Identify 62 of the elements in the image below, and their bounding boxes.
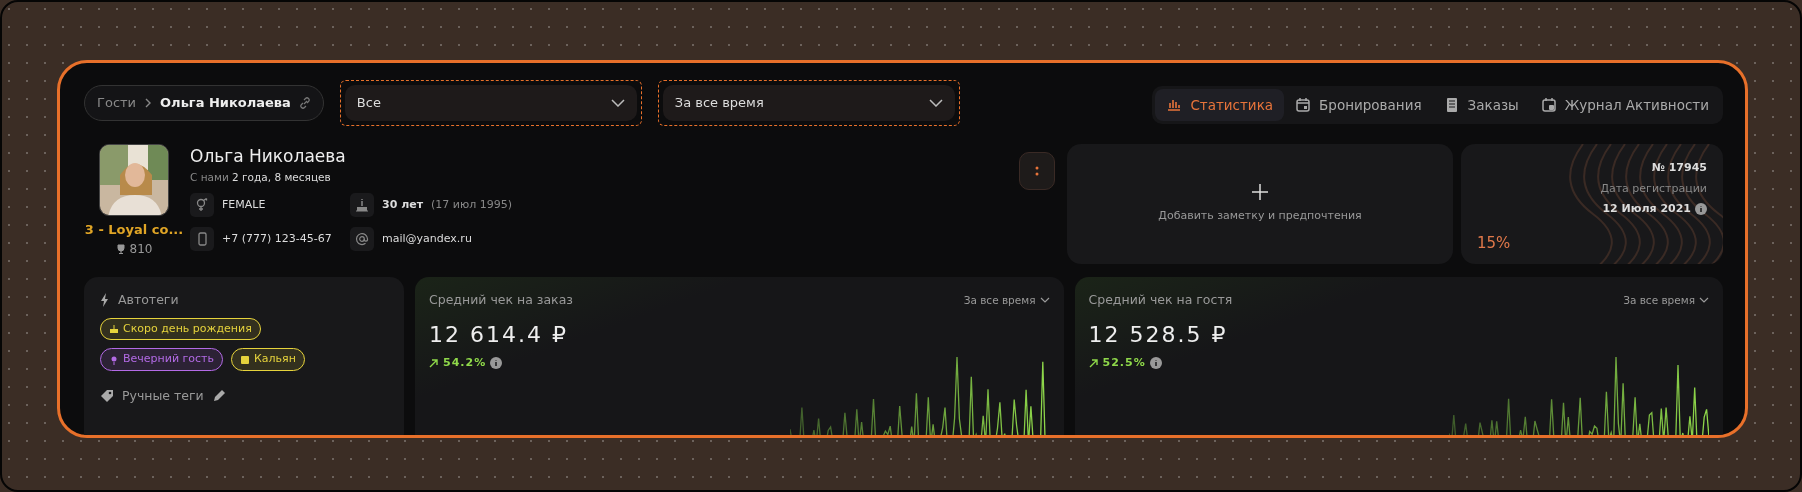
points: 810 xyxy=(129,240,153,258)
section-title: Автотеги xyxy=(118,291,179,309)
filter-dropdown[interactable]: За все время xyxy=(662,85,955,121)
arrow-up-right-icon xyxy=(1088,358,1099,368)
trophy-icon xyxy=(115,243,126,254)
phone-icon xyxy=(195,232,209,247)
metric-title: Средний чек на гостя xyxy=(1088,291,1233,309)
link-icon xyxy=(298,97,311,109)
cake-icon xyxy=(355,198,369,213)
registration-number: № 17945 xyxy=(1651,160,1707,176)
metric-value: 12 614.4 ₽ xyxy=(429,320,569,349)
calendar-icon xyxy=(1295,97,1312,114)
metric-title: Средний чек на заказ xyxy=(429,291,573,309)
tag-icon xyxy=(100,389,114,404)
tag-icon xyxy=(240,354,250,365)
info-icon xyxy=(1149,357,1162,369)
chevron-right-icon xyxy=(144,98,153,108)
tab[interactable]: Статистика xyxy=(1155,89,1285,122)
tag: Вечерний гость xyxy=(100,348,223,371)
filter-dropdown[interactable]: Все xyxy=(344,85,637,121)
period-dropdown[interactable]: За все время xyxy=(1623,292,1709,309)
chevron-down-icon xyxy=(1699,297,1709,304)
tag: Скоро день рождения xyxy=(100,317,261,341)
tag-icon xyxy=(109,324,119,334)
at-sign-icon xyxy=(355,232,369,247)
gender: FEMALE xyxy=(222,197,266,213)
chevron-down-icon xyxy=(1039,297,1050,304)
tab[interactable]: Журнал Активности xyxy=(1529,89,1720,122)
birth-date: (17 июл 1995) xyxy=(431,197,513,213)
breadcrumb-current: Ольга Николаева xyxy=(160,94,291,113)
change-percent: 54.2% xyxy=(443,354,487,371)
calendar-icon xyxy=(1540,97,1557,114)
email: mail@yandex.ru xyxy=(382,231,472,247)
tab[interactable]: Заказы xyxy=(1432,89,1530,122)
loyalty-level: 3 - Loyal co... xyxy=(84,221,184,239)
metric-value: 12 528.5 ₽ xyxy=(1088,320,1229,349)
tag-icon xyxy=(109,354,119,365)
registration-date: 12 Июля 2021 xyxy=(1602,201,1691,217)
tag: Кальян xyxy=(231,348,305,371)
age: 30 лет xyxy=(382,197,424,213)
add-note-card[interactable]: Добавить заметку и предпочтения xyxy=(1067,144,1453,264)
guest-name: Ольга Николаева xyxy=(190,145,347,168)
section-title: Ручные теги xyxy=(122,386,204,405)
info-icon xyxy=(1695,203,1707,216)
arrow-up-right-icon xyxy=(429,358,439,368)
gender-icon xyxy=(195,198,209,213)
plus-icon xyxy=(1252,183,1268,200)
info-icon xyxy=(490,357,503,369)
period-dropdown[interactable]: За все время xyxy=(963,292,1050,309)
percent: 15% xyxy=(1477,232,1512,254)
tab[interactable]: Бронирования xyxy=(1284,89,1433,122)
pencil-icon[interactable] xyxy=(211,389,226,404)
change-percent: 52.5% xyxy=(1102,354,1146,371)
bar-chart-icon xyxy=(1166,97,1183,114)
phone-number: +7 (777) 123-45-67 xyxy=(222,231,332,247)
kebab-icon xyxy=(1035,165,1039,177)
lightning-icon xyxy=(100,293,110,308)
chevron-down-icon xyxy=(610,99,625,107)
tenure-text: С нами 2 года, 8 месяцев xyxy=(190,169,332,185)
breadcrumb-link[interactable]: Гости xyxy=(97,93,137,113)
chevron-down-icon xyxy=(928,99,943,107)
registration-label: Дата регистрации xyxy=(1600,180,1707,197)
